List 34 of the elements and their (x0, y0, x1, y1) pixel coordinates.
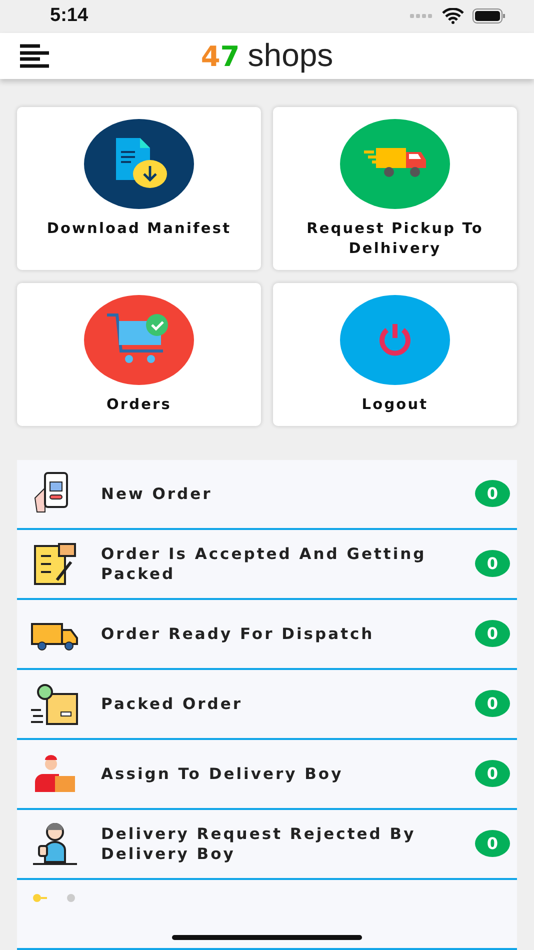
logo-text: shops (248, 37, 334, 74)
status-label: Packed Order (101, 694, 244, 714)
menu-tile[interactable]: Download Manifest (17, 106, 261, 270)
count-badge: 0 (475, 690, 510, 718)
logo-number: 47 (200, 40, 240, 74)
checklist-icon (31, 542, 79, 586)
status-row[interactable]: Packed Order 0 (17, 670, 517, 740)
count-badge: 0 (475, 620, 510, 648)
status-row[interactable]: Order Is Accepted And Getting Packed 0 (17, 530, 517, 600)
battery-icon (472, 8, 506, 24)
cellular-signal-icon (410, 14, 434, 18)
status-row[interactable]: Order Ready For Dispatch 0 (17, 600, 517, 670)
status-time: 5:14 (50, 5, 88, 28)
status-row[interactable]: New Order 0 (17, 460, 517, 530)
count-badge: 0 (475, 760, 510, 788)
status-label: Delivery Request Rejected By Delivery Boy (101, 824, 417, 864)
menu-tile[interactable]: Logout (273, 282, 517, 426)
status-row[interactable]: Assign To Delivery Boy 0 (17, 740, 517, 810)
menu-tile[interactable]: Orders (17, 282, 261, 426)
menu-icon (20, 44, 50, 68)
count-badge: 0 (475, 480, 510, 508)
menu-button[interactable] (20, 44, 50, 68)
status-label: Assign To Delivery Boy (101, 764, 344, 784)
status-label: New Order (101, 484, 214, 504)
status-row[interactable]: Delivery Request Rejected By Delivery Boy 0 (17, 810, 517, 880)
package-icon (31, 682, 79, 726)
truck-icon (364, 148, 426, 180)
menu-tile[interactable]: Request Pickup To Delhivery (273, 106, 517, 270)
count-badge: 0 (475, 550, 510, 578)
status-label: Order Is Accepted And Getting Packed (101, 544, 428, 584)
count-badge: 0 (475, 830, 510, 858)
wifi-icon (442, 8, 464, 24)
status-label: Order Ready For Dispatch (101, 624, 376, 644)
person-raising-hand-icon (31, 822, 79, 866)
